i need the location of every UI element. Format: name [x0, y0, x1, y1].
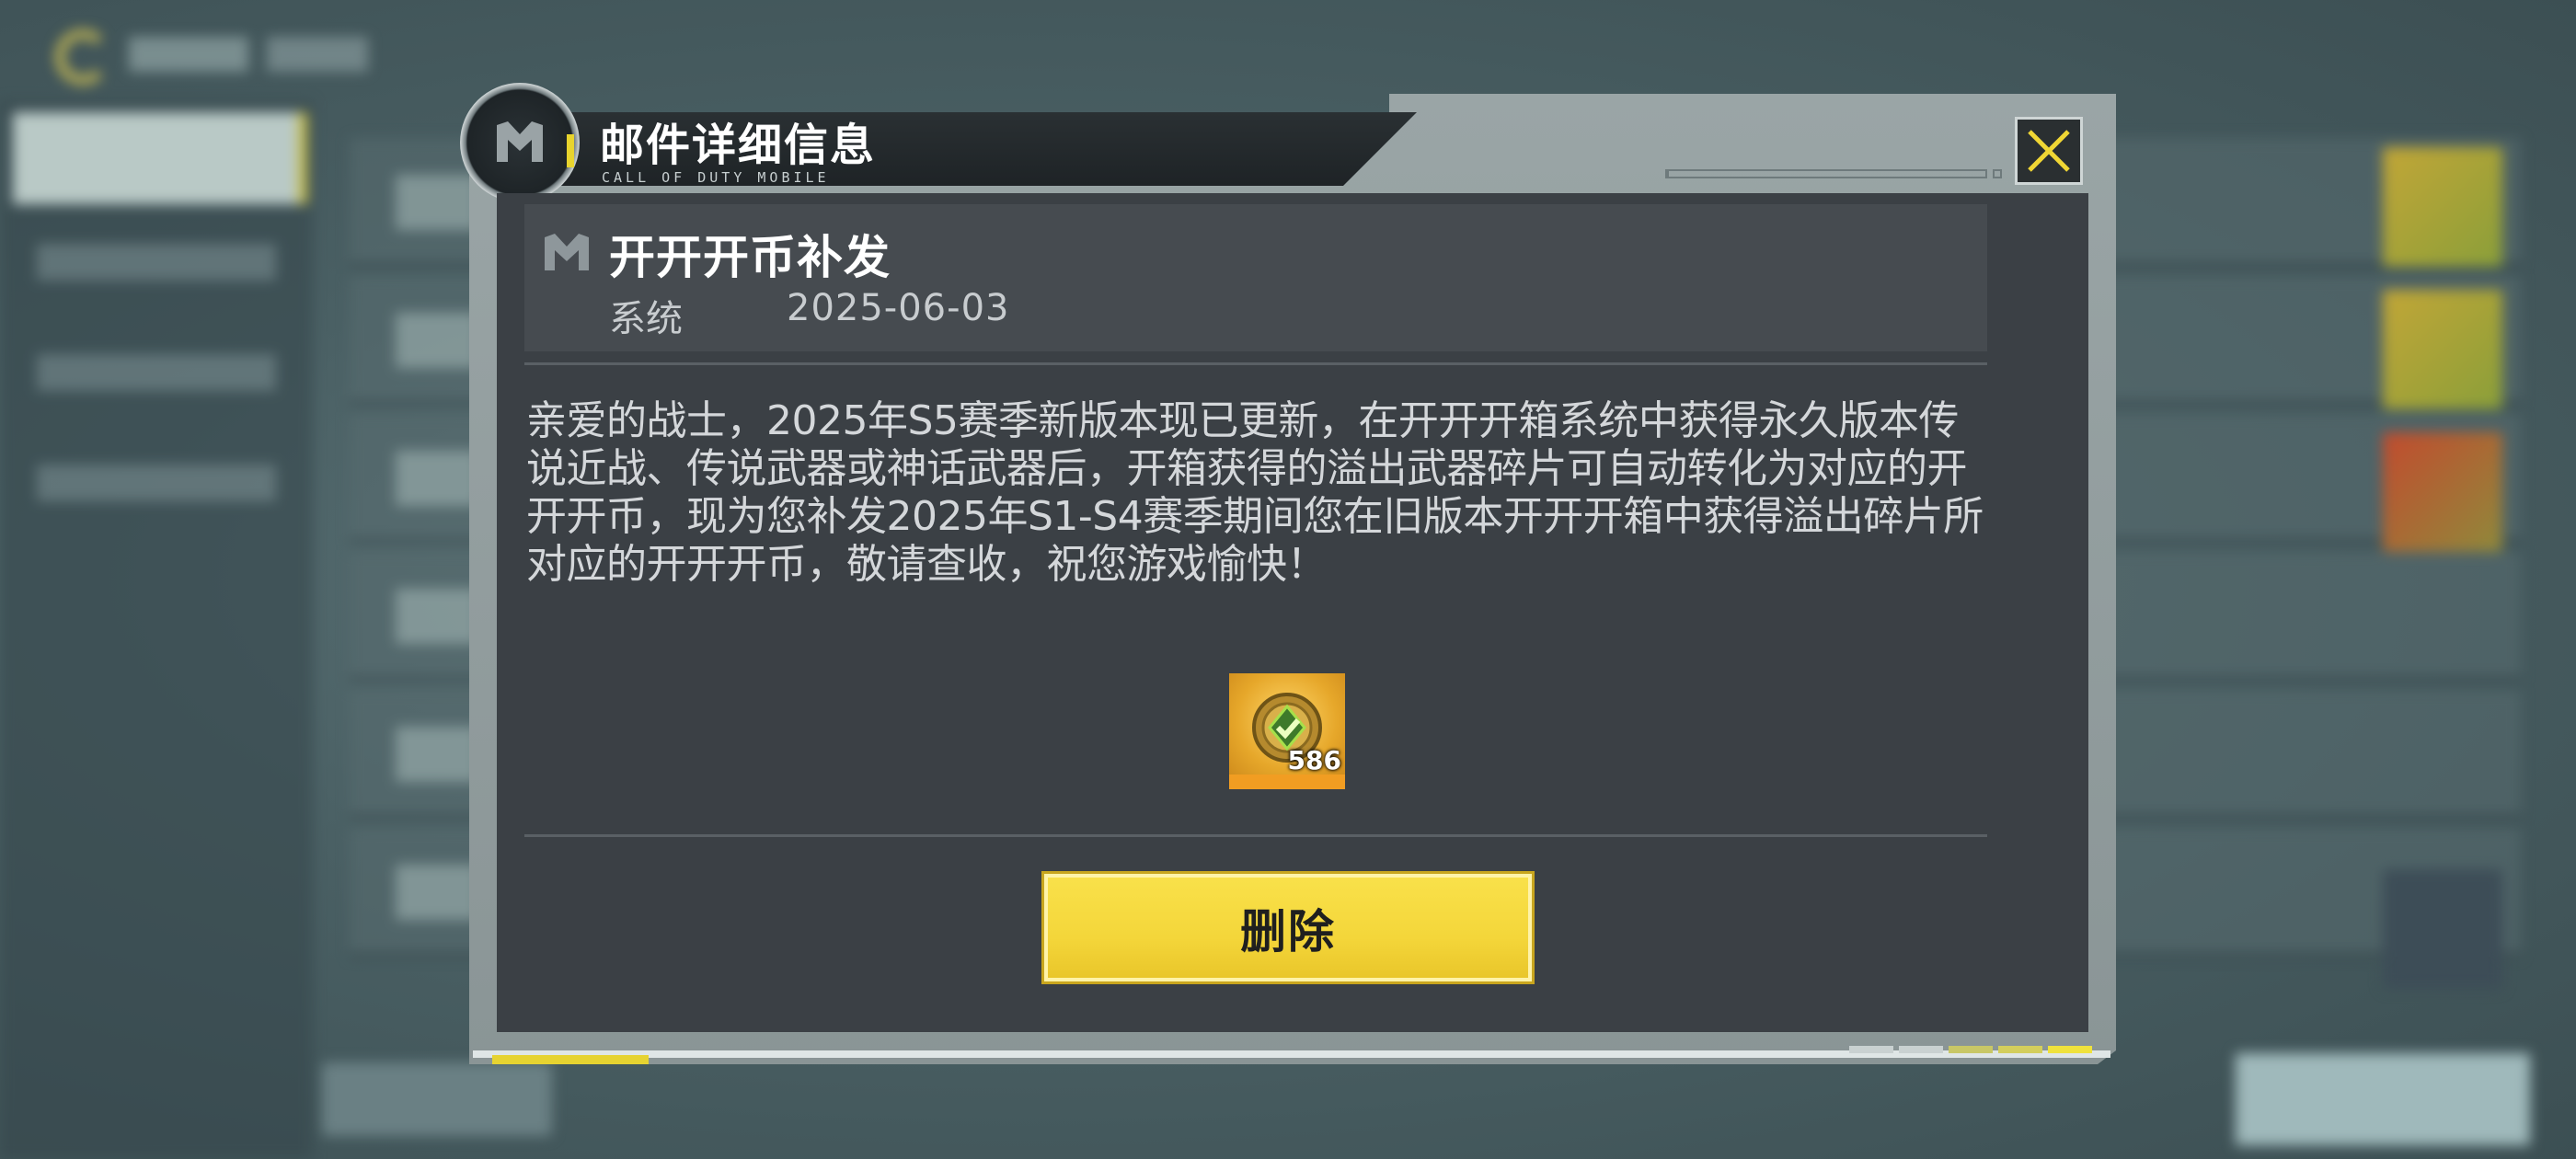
header-decor-track — [1665, 169, 1987, 178]
header-accent-tick — [567, 134, 574, 167]
reward-rarity-bar — [1229, 775, 1345, 789]
mail-date: 2025-06-03 — [787, 287, 1010, 329]
mail-body-text: 亲爱的战士，2025年S5赛季新版本现已更新，在开开开箱系统中获得永久版本传说近… — [526, 397, 1984, 588]
reward-count: 586 — [1287, 745, 1341, 775]
reward-item[interactable]: 586 — [1229, 673, 1345, 789]
mail-thumb-blurred — [2383, 147, 2502, 267]
header-decor-box — [1993, 169, 2002, 178]
mail-header: 开开开币补发 系统 2025-06-03 — [524, 204, 1987, 351]
codm-mail-icon — [545, 234, 589, 270]
sidebar-item-blurred — [37, 465, 276, 501]
mail-thumb-blurred — [2383, 432, 2502, 552]
delete-button[interactable]: 删除 — [1041, 871, 1535, 984]
page-indicator — [1849, 1046, 2092, 1053]
codm-logo-icon — [460, 83, 580, 202]
mail-thumb-blurred — [2383, 290, 2502, 409]
divider — [524, 834, 1987, 837]
dialog-title: 邮件详细信息 — [600, 120, 877, 171]
sidebar-item-blurred — [37, 244, 276, 281]
delete-button-label: 删除 — [1240, 904, 1336, 958]
mail-sender: 系统 — [609, 298, 683, 340]
divider — [524, 362, 1987, 365]
dialog-accent-tab — [492, 1055, 649, 1064]
dialog-subtitle: CALL OF DUTY MOBILE — [602, 169, 830, 186]
close-x-icon — [2028, 130, 2070, 172]
mail-thumb-blurred — [2383, 869, 2502, 989]
sidebar-item-blurred — [37, 354, 276, 391]
bottom-button-blurred — [2236, 1053, 2530, 1145]
close-button[interactable] — [2015, 117, 2083, 185]
sidebar-active-item-blurred — [13, 112, 307, 204]
back-nav-blurred — [37, 20, 368, 85]
bottom-left-control-blurred — [322, 1062, 552, 1136]
mail-title: 开开开币补发 — [609, 231, 891, 284]
mail-detail-dialog: 邮件详细信息 CALL OF DUTY MOBILE 开开开币补发 系统 202… — [460, 83, 2116, 1064]
